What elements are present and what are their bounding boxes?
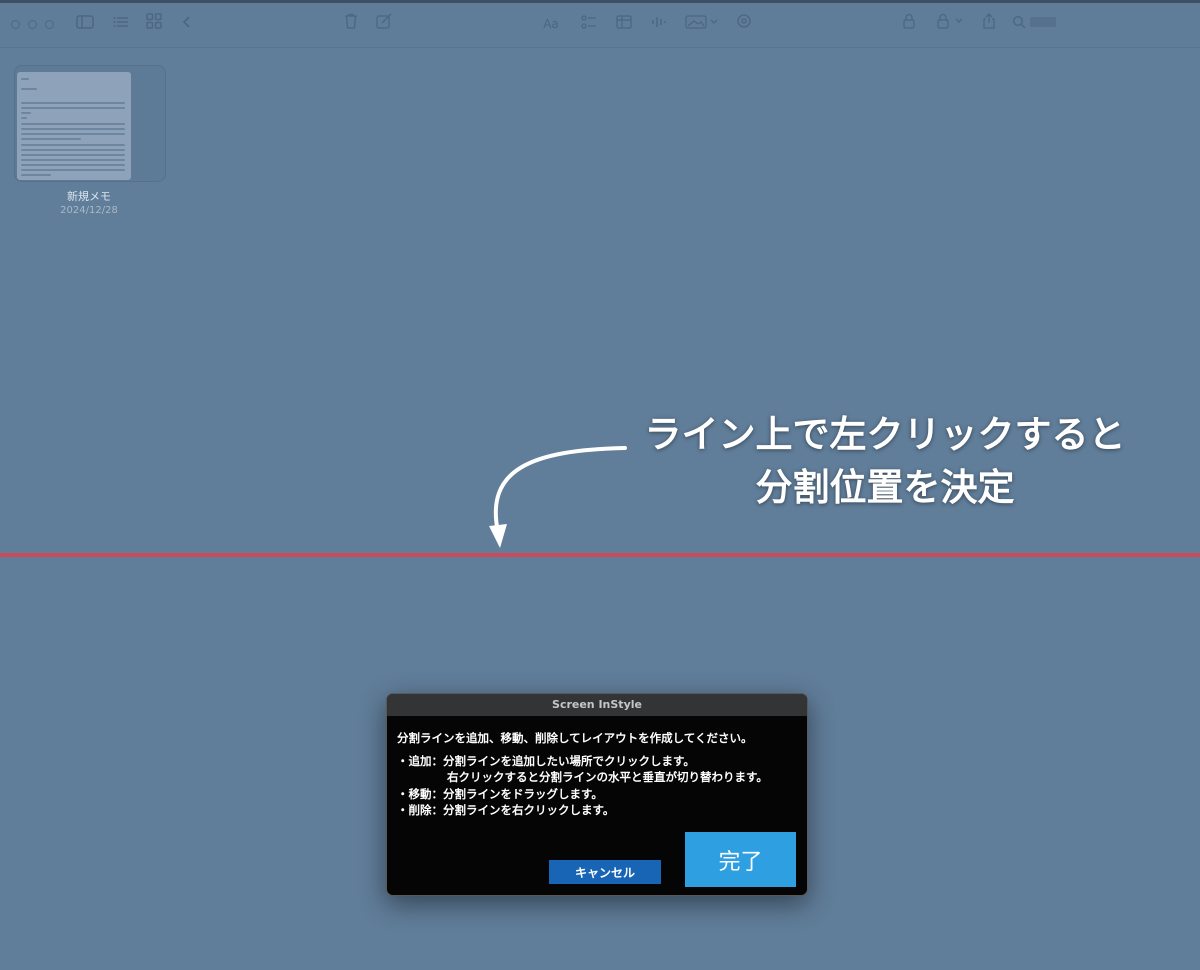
toolbar: Aa <box>0 3 1200 48</box>
minimize-icon[interactable] <box>28 20 37 29</box>
lock-menu-icon[interactable] <box>934 13 968 35</box>
format-icon[interactable]: Aa <box>540 13 562 35</box>
dialog-title: Screen InStyle <box>387 694 807 716</box>
note-title: 新規メモ <box>67 190 111 203</box>
collaborate-icon[interactable] <box>733 13 755 35</box>
sidebar-toggle-icon[interactable] <box>74 13 96 35</box>
dialog-instruction: 分割ラインを追加、移動、削除してレイアウトを作成してください。 <box>397 731 753 745</box>
list-view-icon[interactable] <box>110 13 132 35</box>
media-icon[interactable] <box>683 13 721 35</box>
dialog-delete-line: ・削除：分割ラインを右クリックします。 <box>397 803 615 817</box>
search-field[interactable] <box>1030 17 1056 27</box>
dialog-move-line: ・移動：分割ラインをドラッグします。 <box>397 786 603 801</box>
done-button[interactable]: 完了 <box>685 832 796 887</box>
annotation-line-2: 分割位置を決定 <box>755 466 1015 509</box>
table-icon[interactable] <box>613 13 635 35</box>
checklist-icon[interactable] <box>578 13 600 35</box>
dialog-body: 分割ラインを追加、移動、削除してレイアウトを作成してください。 ・追加：分割ライ… <box>397 730 768 819</box>
share-icon[interactable] <box>978 13 1000 35</box>
curved-arrow-icon <box>489 446 627 548</box>
trash-icon[interactable] <box>340 13 362 35</box>
search-icon[interactable] <box>1010 13 1028 35</box>
dialog-add-line: ・追加：分割ラインを追加したい場所でクリックします。 <box>397 753 695 768</box>
note-thumbnail[interactable] <box>17 72 131 180</box>
gallery-view-icon[interactable] <box>143 13 165 35</box>
split-line[interactable] <box>0 553 1200 557</box>
close-icon[interactable] <box>11 20 20 29</box>
annotation-callout: ライン上で左クリックすると 分割位置を決定 <box>600 408 1170 514</box>
cancel-button[interactable]: キャンセル <box>549 860 661 884</box>
zoom-icon[interactable] <box>45 20 54 29</box>
lock-icon[interactable] <box>898 13 920 35</box>
screen-instyle-dialog: Screen InStyle 分割ラインを追加、移動、削除してレイアウトを作成し… <box>386 693 808 896</box>
dialog-add-line-detail: 右クリックすると分割ラインの水平と垂直が切り替わります。 <box>447 770 768 784</box>
audio-icon[interactable] <box>648 13 670 35</box>
note-date: 2024/12/28 <box>60 205 118 216</box>
back-chevron-icon[interactable] <box>178 13 196 35</box>
annotation-line-1: ライン上で左クリックすると <box>644 413 1126 456</box>
compose-icon[interactable] <box>373 13 395 35</box>
